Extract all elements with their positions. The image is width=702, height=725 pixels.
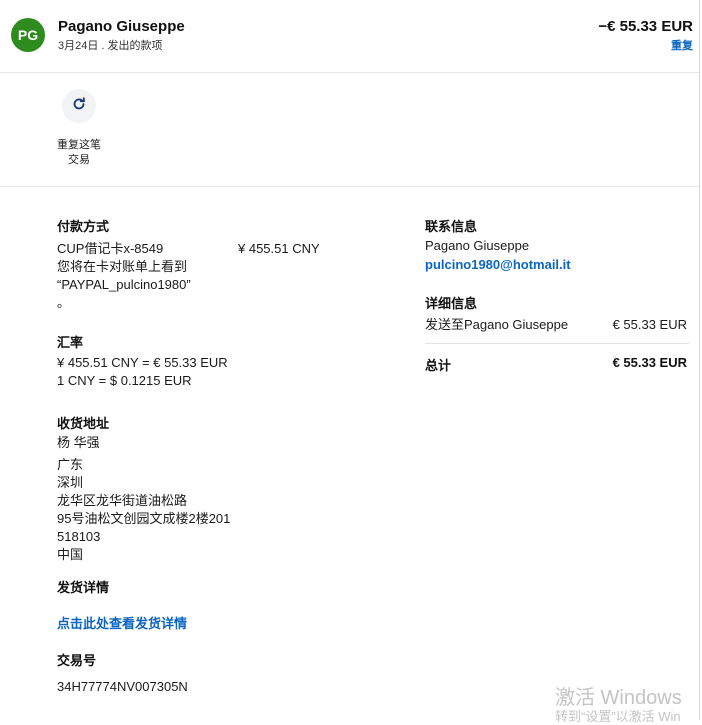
address-line: 广东: [57, 457, 84, 472]
repeat-label-line2: 交易: [68, 154, 90, 166]
repeat-transaction-button[interactable]: [62, 89, 96, 123]
exchange-rate-line1: ¥ 455.51 CNY = € 55.33 EUR: [57, 355, 228, 370]
transaction-id-title: 交易号: [57, 653, 97, 668]
contact-info-title: 联系信息: [425, 219, 478, 234]
total-amount: € 55.33 EUR: [612, 355, 687, 370]
repeat-label-line1: 重复这笔: [57, 139, 101, 151]
transaction-subtitle: 3月24日 . 发出的款项: [58, 40, 163, 52]
refresh-icon: [71, 96, 87, 117]
counterparty-name: Pagano Giuseppe: [58, 18, 185, 35]
address-line: 杨 华强: [57, 435, 100, 450]
sent-amount: € 55.33 EUR: [612, 317, 687, 332]
exchange-rate-line2: 1 CNY = $ 0.1215 EUR: [57, 373, 192, 388]
repeat-transaction-label[interactable]: 重复这笔 交易: [50, 138, 108, 168]
shipping-details-link[interactable]: 点击此处查看发货详情: [57, 613, 187, 632]
repeat-link[interactable]: 重复: [671, 37, 693, 53]
shipping-address-title: 收货地址: [57, 416, 110, 431]
payment-method-title: 付款方式: [57, 219, 110, 234]
details-divider: [425, 343, 689, 344]
address-line: 深圳: [57, 475, 84, 490]
address-line: 518103: [57, 529, 101, 544]
payment-card: CUP借记卡x-8549: [57, 241, 164, 256]
payment-amount: ¥ 455.51 CNY: [238, 241, 320, 256]
total-label: 总计: [425, 358, 452, 373]
avatar: PG: [11, 18, 45, 52]
statement-note-line1: 您将在卡对账单上看到: [57, 259, 188, 274]
details-title: 详细信息: [425, 296, 478, 311]
shipping-details-title: 发货详情: [57, 580, 110, 595]
transaction-id: 34H77774NV007305N: [57, 679, 188, 694]
transaction-amount: −€ 55.33 EUR: [598, 18, 693, 35]
sent-to-label: 发送至Pagano Giuseppe: [425, 317, 569, 332]
contact-email[interactable]: pulcino1980@hotmail.it: [425, 257, 571, 272]
transaction-header: PG Pagano Giuseppe 3月24日 . 发出的款项 −€ 55.3…: [0, 0, 700, 73]
contact-name: Pagano Giuseppe: [425, 238, 530, 253]
transaction-card: PG Pagano Giuseppe 3月24日 . 发出的款项 −€ 55.3…: [0, 0, 700, 720]
statement-note-line3: 。: [57, 295, 71, 310]
address-line: 中国: [57, 547, 84, 562]
statement-note-line2: “PAYPAL_pulcino1980”: [57, 277, 191, 292]
action-area: 重复这笔 交易: [0, 72, 700, 187]
exchange-rate-title: 汇率: [57, 335, 84, 350]
windows-activation-hint: 转到“设置”以激活 Win: [555, 709, 681, 724]
address-line: 龙华区龙华街道油松路: [57, 493, 188, 508]
address-line: 95号油松文创园文成楼2楼201: [57, 511, 231, 526]
